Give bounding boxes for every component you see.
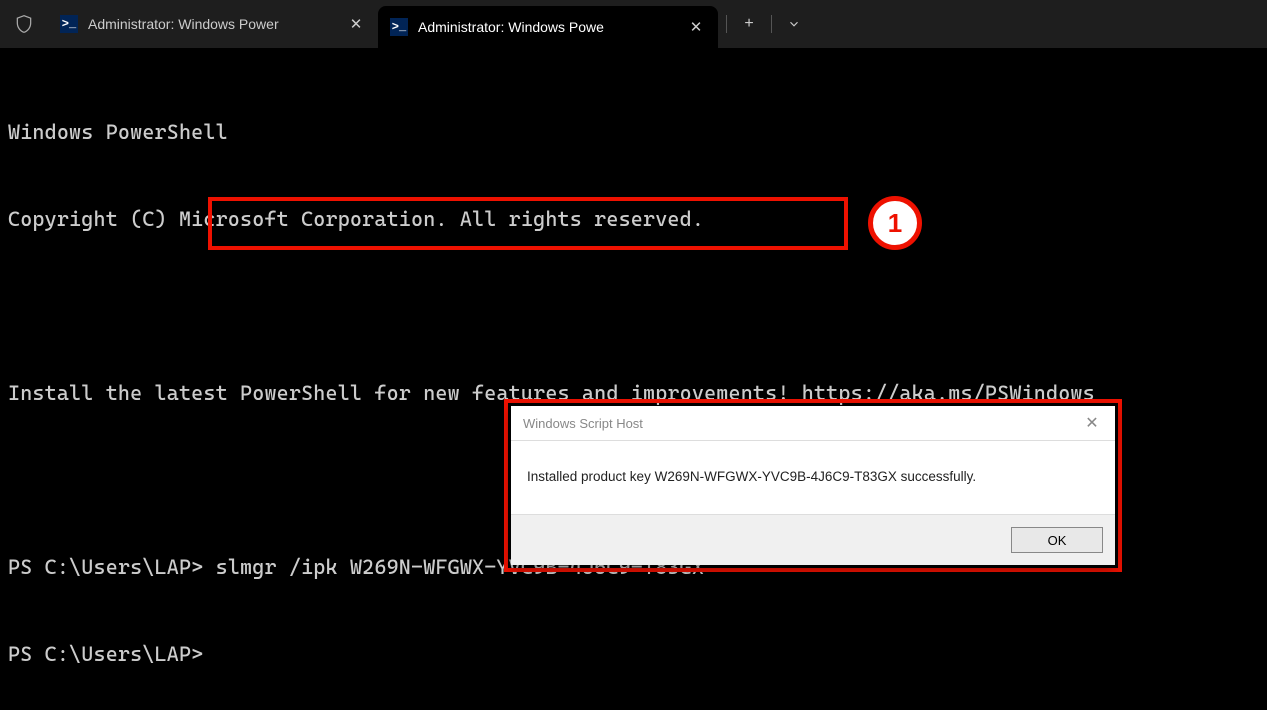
- tab-strip: >_ Administrator: Windows Power ✕ >_ Adm…: [48, 0, 1267, 48]
- divider: [771, 15, 772, 33]
- dialog-footer: OK: [511, 514, 1115, 565]
- tab-title: Administrator: Windows Powe: [418, 19, 676, 35]
- dialog-message: Installed product key W269N-WFGWX-YVC9B-…: [511, 441, 1115, 514]
- terminal-line: Windows PowerShell: [8, 118, 1259, 147]
- close-icon[interactable]: ✕: [346, 14, 366, 34]
- terminal-prompt-line: PS C:\Users\LAP>: [8, 640, 1259, 669]
- dialog-titlebar[interactable]: Windows Script Host ✕: [511, 406, 1115, 441]
- prompt: PS C:\Users\LAP>: [8, 555, 216, 579]
- tab-controls: +: [718, 0, 820, 48]
- tab-inactive-1[interactable]: >_ Administrator: Windows Power ✕: [48, 0, 378, 48]
- ok-button[interactable]: OK: [1011, 527, 1103, 553]
- dialog-window: Windows Script Host ✕ Installed product …: [511, 406, 1115, 565]
- powershell-icon: >_: [60, 15, 78, 33]
- powershell-icon: >_: [390, 18, 408, 36]
- tab-title: Administrator: Windows Power: [88, 16, 336, 32]
- annotation-highlight-box: [208, 197, 848, 250]
- terminal-area[interactable]: Windows PowerShell Copyright (C) Microso…: [0, 48, 1267, 710]
- dialog-title: Windows Script Host: [523, 416, 643, 431]
- annotation-dialog-highlight: Windows Script Host ✕ Installed product …: [504, 399, 1122, 572]
- window-titlebar: >_ Administrator: Windows Power ✕ >_ Adm…: [0, 0, 1267, 48]
- tab-dropdown-button[interactable]: [776, 8, 812, 40]
- close-icon[interactable]: ✕: [686, 17, 706, 37]
- divider: [726, 15, 727, 33]
- terminal-line: [8, 292, 1259, 321]
- uac-shield-icon: [0, 0, 48, 48]
- new-tab-button[interactable]: +: [731, 8, 767, 40]
- annotation-callout-1: 1: [868, 196, 922, 250]
- close-icon[interactable]: ✕: [1069, 406, 1115, 441]
- tab-active[interactable]: >_ Administrator: Windows Powe ✕: [378, 6, 718, 48]
